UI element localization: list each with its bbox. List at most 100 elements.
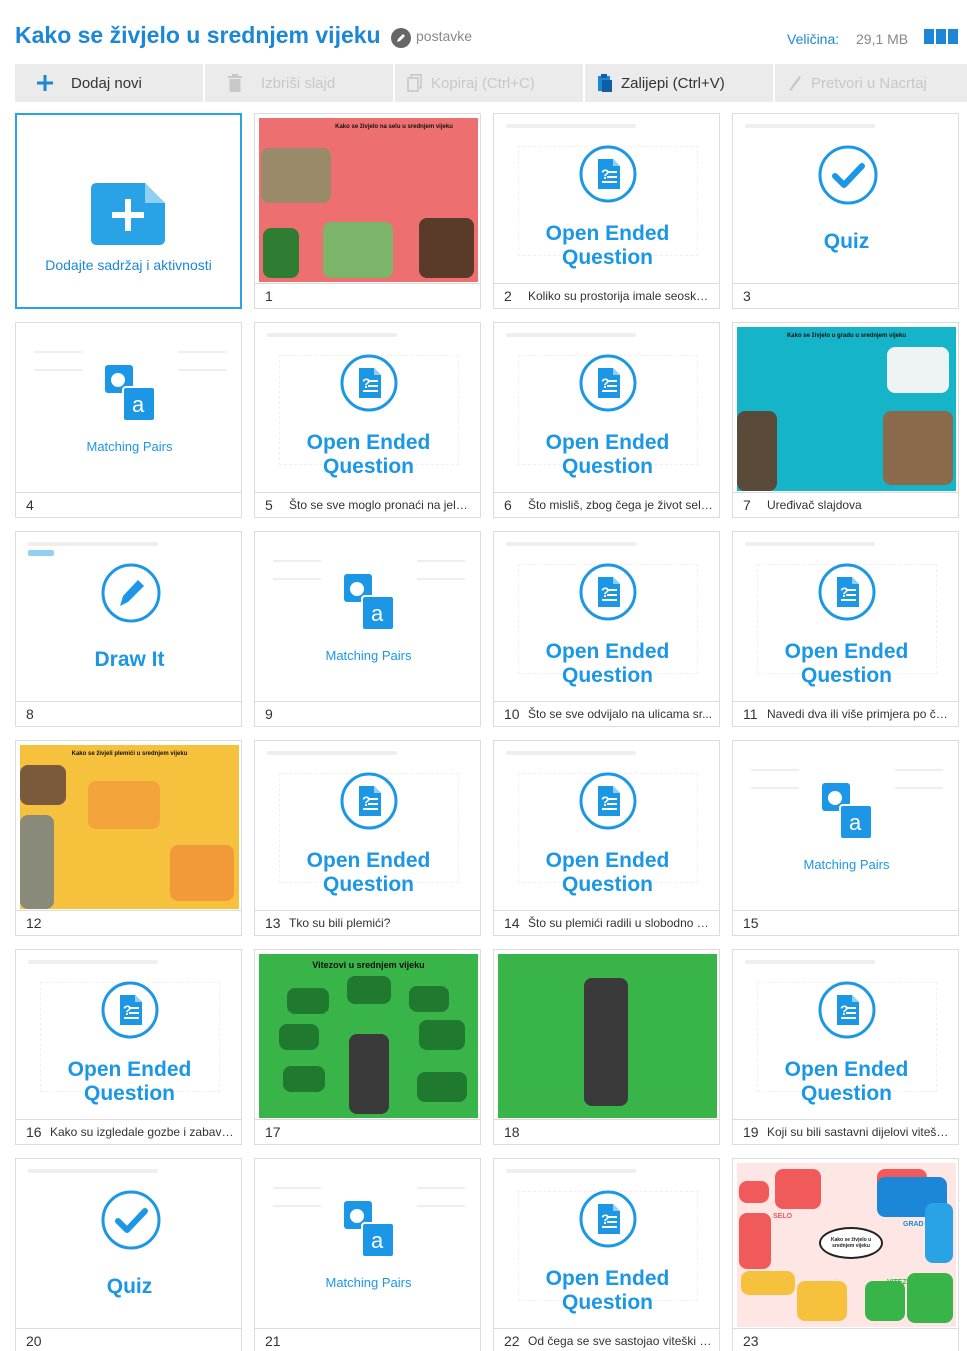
slide-number: 4 xyxy=(26,497,34,513)
slide-card[interactable]: ? Open Ended Question 14 Što su plemići rad… xyxy=(493,740,720,936)
slide-card[interactable]: ? Open Ended Question 19 Koji su bili sasta… xyxy=(732,949,959,1145)
slide-thumbnail[interactable]: a Matching Pairs xyxy=(259,536,478,700)
slide-card[interactable]: ? Open Ended Question 5 Što se sve moglo pr… xyxy=(254,322,481,518)
open-ended-icon: ? xyxy=(818,563,876,621)
slide-thumbnail[interactable]: Kako se živjelo na selu u srednjem vijek… xyxy=(259,118,478,282)
slide-footer: 11 Navedi dva ili više primjera po če... xyxy=(733,701,958,726)
delete-slide-button[interactable]: Izbriši slajd xyxy=(205,64,395,102)
slide-type-label: Open Ended Question xyxy=(784,1058,909,1105)
slide-card[interactable]: ? Open Ended Question 22 Od čega se sve sas… xyxy=(493,1158,720,1351)
trash-icon xyxy=(225,73,245,93)
slide-thumbnail[interactable]: ? Open Ended Question xyxy=(259,327,478,491)
slide-caption: Što su plemići radili u slobodno vr... xyxy=(528,916,713,930)
slide-type-label: Open Ended Question xyxy=(545,1267,670,1314)
slide-thumbnail[interactable]: ? Open Ended Question xyxy=(498,536,717,700)
slide-number: 14 xyxy=(504,915,520,931)
slide-footer: 12 xyxy=(16,910,241,935)
slide-card[interactable]: Quiz 20 xyxy=(15,1158,242,1351)
pen-icon xyxy=(785,73,805,93)
svg-text:?: ? xyxy=(840,584,849,600)
slide-number: 20 xyxy=(26,1333,42,1349)
add-new-button[interactable]: Dodaj novi xyxy=(15,64,205,102)
slide-card[interactable]: Quiz 3 xyxy=(732,113,959,309)
toolbar: Dodaj novi Izbriši slajd Kopiraj (Ctrl+C… xyxy=(15,64,967,102)
mindmap-branch: PLEMIĆI xyxy=(811,1281,840,1288)
slide-number: 11 xyxy=(743,706,758,722)
pencil-icon[interactable] xyxy=(391,28,411,48)
slide-number: 13 xyxy=(265,915,281,931)
slide-card[interactable]: a Matching Pairs 4 xyxy=(15,322,242,518)
slide-thumbnail[interactable]: ? Open Ended Question xyxy=(498,327,717,491)
slide-thumbnail[interactable]: Kako se živjeli plemići u srednjem vijek… xyxy=(20,745,239,909)
slide-card[interactable]: ? Open Ended Question 6 Što misliš, zbog če… xyxy=(493,322,720,518)
open-ended-icon: ? xyxy=(579,1190,637,1248)
slide-type-label: Quiz xyxy=(823,230,870,253)
slide-thumbnail[interactable]: Vitezovi u srednjem vijeku xyxy=(259,954,478,1118)
slide-caption: Što se sve odvijalo na ulicama sr... xyxy=(528,707,713,721)
svg-text:a: a xyxy=(849,810,862,835)
slide-thumbnail[interactable]: a Matching Pairs xyxy=(259,1163,478,1327)
slide-caption: Što misliš, zbog čega je život selj... xyxy=(528,498,713,512)
slide-card[interactable]: a Matching Pairs 21 xyxy=(254,1158,481,1351)
slide-type-label: Open Ended Question xyxy=(545,640,670,687)
slide-card[interactable]: a Matching Pairs 9 xyxy=(254,531,481,727)
slide-card[interactable]: Draw It 8 xyxy=(15,531,242,727)
slide-thumbnail[interactable]: Draw It xyxy=(20,536,239,700)
svg-text:?: ? xyxy=(601,166,610,182)
svg-text:?: ? xyxy=(362,375,371,391)
size-label: Veličina: xyxy=(787,31,840,47)
svg-text:?: ? xyxy=(362,793,371,809)
open-ended-icon: ? xyxy=(579,772,637,830)
slide-footer: 23 xyxy=(733,1328,958,1351)
slide-thumbnail[interactable]: a Matching Pairs xyxy=(20,327,239,491)
paste-button[interactable]: Zalijepi (Ctrl+V) xyxy=(585,64,775,102)
slide-card[interactable]: Kako se živjelo u gradu u srednjem vijek… xyxy=(732,322,959,518)
slide-thumbnail[interactable]: ? Open Ended Question xyxy=(737,536,956,700)
copy-icon xyxy=(405,73,425,93)
slide-card[interactable]: ? Open Ended Question 2 Koliko su prostorij… xyxy=(493,113,720,309)
slide-card[interactable]: ? Open Ended Question 13 Tko su bili plemić… xyxy=(254,740,481,936)
slide-card[interactable]: ? Open Ended Question 11 Navedi dva ili viš… xyxy=(732,531,959,727)
open-ended-icon: ? xyxy=(579,563,637,621)
slide-thumbnail[interactable]: Quiz xyxy=(20,1163,239,1327)
slide-card[interactable]: Vitezovi u srednjem vijeku 17 xyxy=(254,949,481,1145)
slide-thumbnail[interactable]: ? Open Ended Question xyxy=(498,1163,717,1327)
plus-icon xyxy=(35,73,55,93)
slide-card[interactable]: ? Open Ended Question 10 Što se sve odvijal… xyxy=(493,531,720,727)
slide-number: 9 xyxy=(265,706,273,722)
slide-card[interactable]: Kako se živjelo na selu u srednjem vijek… xyxy=(254,113,481,309)
slide-title: Kako se živjeli plemići u srednjem vijek… xyxy=(71,751,188,757)
slide-thumbnail[interactable]: ? Open Ended Question xyxy=(259,745,478,909)
convert-button[interactable]: Pretvori u Nacrtaj xyxy=(775,64,965,102)
open-ended-icon: ? xyxy=(101,981,159,1039)
slide-thumbnail[interactable] xyxy=(498,954,717,1118)
slide-image: Vitezovi u srednjem vijeku xyxy=(259,954,478,1118)
open-ended-icon: ? xyxy=(340,354,398,412)
slide-footer: 8 xyxy=(16,701,241,726)
slide-thumbnail[interactable]: ? Open Ended Question xyxy=(737,954,956,1118)
settings-link[interactable]: postavke xyxy=(416,28,472,44)
slide-thumbnail[interactable]: Quiz xyxy=(737,118,956,282)
slide-number: 7 xyxy=(743,497,751,513)
add-content-card[interactable]: Dodajte sadržaj i aktivnosti xyxy=(15,113,242,309)
slide-title: Kako se živjelo na selu u srednjem vijek… xyxy=(335,124,453,130)
slide-thumbnail[interactable]: a Matching Pairs xyxy=(737,745,956,909)
slide-type-label: Draw It xyxy=(94,648,165,671)
slide-thumbnail[interactable]: ? Open Ended Question xyxy=(498,745,717,909)
slide-footer: 4 xyxy=(16,492,241,517)
slide-thumbnail[interactable]: Kako se živjelo u srednjem vijeku SELO GRA… xyxy=(737,1163,956,1327)
copy-button[interactable]: Kopiraj (Ctrl+C) xyxy=(395,64,585,102)
slide-type-label: Open Ended Question xyxy=(306,431,431,478)
slide-card[interactable]: ? Open Ended Question 16 Kako su izgledale … xyxy=(15,949,242,1145)
slide-footer: 1 xyxy=(255,283,480,308)
slide-thumbnail[interactable]: Kako se živjelo u gradu u srednjem vijek… xyxy=(737,327,956,491)
slide-footer: 21 xyxy=(255,1328,480,1351)
slide-card[interactable]: 18 xyxy=(493,949,720,1145)
slide-image: Kako se živjelo na selu u srednjem vijek… xyxy=(259,118,478,282)
slide-thumbnail[interactable]: ? Open Ended Question xyxy=(20,954,239,1118)
slide-thumbnail[interactable]: ? Open Ended Question xyxy=(498,118,717,282)
slide-card[interactable]: Kako se živjeli plemići u srednjem vijek… xyxy=(15,740,242,936)
pencil-icon xyxy=(101,563,161,623)
slide-card[interactable]: a Matching Pairs 15 xyxy=(732,740,959,936)
slide-card[interactable]: Kako se živjelo u srednjem vijeku SELO GRA… xyxy=(732,1158,959,1351)
